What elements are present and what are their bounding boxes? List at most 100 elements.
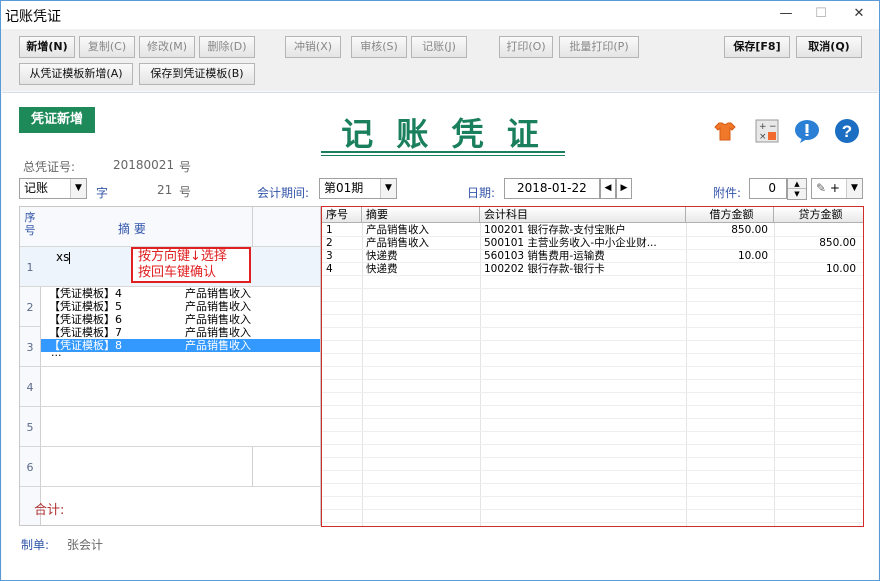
attach-count-input[interactable]: 0 (749, 178, 787, 199)
summary-row-2[interactable]: 2 产品销售收入 500101 主营业务收入-中小企业财... 850.00 (322, 237, 863, 250)
more-indicator: ... (51, 346, 62, 359)
empty-row (322, 419, 863, 432)
skin-shirt-icon[interactable] (711, 117, 739, 145)
template-name: 【凭证模板】5 (49, 300, 122, 313)
voucher-number-unit: 号 (179, 185, 192, 199)
help-icon[interactable]: ? (833, 117, 861, 145)
reverse-button[interactable]: 冲销(X) (285, 36, 341, 58)
close-button[interactable]: ✕ (844, 3, 874, 25)
calculator-icon[interactable]: + − × (753, 117, 781, 145)
print-button[interactable]: 打印(O) (499, 36, 553, 58)
col-seq: 序号 (322, 207, 362, 223)
cancel-button[interactable]: 取消(Q) (796, 36, 862, 58)
template-item-6[interactable]: 【凭证模板】6 产品销售收入 (41, 313, 320, 326)
cell-credit (774, 224, 856, 237)
empty-row (322, 471, 863, 484)
empty-row (322, 393, 863, 406)
stepper-down-icon[interactable]: ▼ (788, 189, 806, 199)
template-desc: 产品销售收入 (185, 300, 251, 313)
edit-button[interactable]: 修改(M) (139, 36, 195, 58)
voucher-title: 记 账 凭 证 (341, 115, 545, 153)
cell-account: 560103 销售费用-运输费 (484, 250, 605, 262)
title-underline (321, 151, 565, 153)
mode-badge: 凭证新增 (19, 107, 95, 133)
cell-seq: 1 (326, 224, 333, 236)
row-number: 5 (26, 421, 34, 434)
empty-row (322, 315, 863, 328)
svg-text:+: + (759, 122, 767, 132)
empty-row (322, 380, 863, 393)
template-item-5[interactable]: 【凭证模板】5 产品销售收入 (41, 300, 320, 313)
copy-button[interactable]: 复制(C) (79, 36, 135, 58)
post-button[interactable]: 记账(J) (411, 36, 467, 58)
svg-text:×: × (759, 132, 767, 142)
template-suggestion-list: 【凭证模板】4 产品销售收入 【凭证模板】5 产品销售收入 【凭证模板】6 产品… (41, 287, 320, 359)
template-more[interactable]: ... (41, 346, 320, 359)
period-select[interactable]: 第01期 ▼ (319, 178, 397, 199)
cell-seq: 4 (326, 263, 333, 275)
empty-row (322, 276, 863, 289)
delete-button[interactable]: 删除(D) (199, 36, 255, 58)
attach-count-value: 0 (768, 181, 776, 195)
chevron-down-icon: ▼ (380, 179, 396, 198)
attachment-add-label: + (829, 181, 840, 195)
date-input[interactable]: 2018-01-22 (504, 178, 600, 199)
date-next-button[interactable]: ▶ (616, 178, 632, 199)
template-desc: 产品销售收入 (185, 313, 251, 326)
empty-row (322, 328, 863, 341)
entry-row-5[interactable]: 5 (20, 407, 320, 447)
date-label: 日期: (467, 186, 496, 200)
row-number: 3 (26, 341, 34, 354)
summary-row-3[interactable]: 3 快递费 560103 销售费用-运输费 10.00 (322, 250, 863, 263)
chevron-down-icon: ▼ (70, 179, 86, 198)
template-item-7[interactable]: 【凭证模板】7 产品销售收入 (41, 326, 320, 339)
template-name: 【凭证模板】6 (49, 313, 122, 326)
summary-input-value: xs (56, 250, 70, 264)
row-number: 2 (26, 301, 34, 314)
voucher-word-select[interactable]: 记账 ▼ (19, 178, 87, 199)
new-from-template-button[interactable]: 从凭证模板新增(A) (19, 63, 133, 85)
audit-button[interactable]: 审核(S) (351, 36, 407, 58)
text-caret (69, 251, 71, 264)
cell-credit: 10.00 (825, 263, 856, 275)
entry-row-4[interactable]: 4 (20, 367, 320, 407)
attach-stepper[interactable]: ▲ ▼ (787, 178, 807, 200)
save-button[interactable]: 保存[F8] (724, 36, 790, 58)
new-button[interactable]: 新增(N) (19, 36, 75, 58)
period-value: 第01期 (324, 181, 364, 195)
title-bar: 记账凭证 — ☐ ✕ (1, 1, 879, 29)
batch-print-button[interactable]: 批量打印(P) (559, 36, 639, 58)
empty-row (322, 406, 863, 419)
minimize-button[interactable]: — (771, 3, 801, 25)
stepper-up-icon[interactable]: ▲ (788, 179, 806, 189)
col-summary: 摘要 (362, 207, 480, 223)
empty-row (322, 445, 863, 458)
col-debit: 借方金额 (686, 207, 774, 223)
word-label: 字 (96, 186, 109, 200)
summary-row-1[interactable]: 1 产品销售收入 100201 银行存款-支付宝账户 850.00 (322, 224, 863, 237)
voucher-word-value: 记账 (24, 181, 49, 195)
cell-summary: 快递费 (366, 263, 398, 275)
empty-row (322, 432, 863, 445)
date-prev-button[interactable]: ◀ (600, 178, 616, 199)
summary-input[interactable]: xs (56, 250, 71, 264)
col-account: 会计科目 (480, 207, 686, 223)
entries-summary-grid: 序号 摘要 会计科目 借方金额 贷方金额 1 产品销售收入 100201 银行存… (321, 206, 864, 527)
empty-row (322, 302, 863, 315)
total-no-unit: 号 (179, 160, 192, 174)
attachment-button[interactable]: ✎ + ▼ (811, 178, 863, 199)
input-hint-box: 按方向键↓选择 按回车键确认 (131, 247, 251, 283)
cell-seq: 3 (326, 250, 333, 262)
maximize-button[interactable]: ☐ (806, 3, 836, 25)
period-label: 会计期间: (257, 186, 310, 200)
message-icon[interactable] (793, 117, 821, 145)
summary-row-4[interactable]: 4 快递费 100202 银行存款-银行卡 10.00 (322, 263, 863, 276)
chevron-down-icon: ▼ (846, 179, 862, 198)
save-to-template-button[interactable]: 保存到凭证模板(B) (139, 63, 255, 85)
row-number: 4 (26, 381, 34, 394)
cell-summary: 产品销售收入 (366, 224, 429, 236)
entry-row-6[interactable]: 6 (20, 447, 320, 487)
maker-label: 制单: (21, 538, 50, 552)
maker-value: 张会计 (67, 538, 104, 552)
template-item-4[interactable]: 【凭证模板】4 产品销售收入 (41, 287, 320, 300)
